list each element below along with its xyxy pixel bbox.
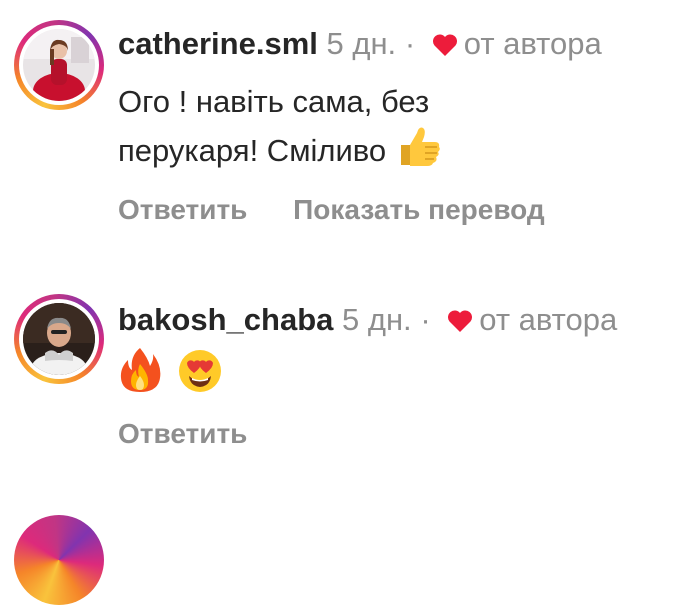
separator: · xyxy=(404,26,416,61)
comment-item: bakosh_chaba 5 дн. · от автора Ответить xyxy=(0,270,700,470)
show-translation-button[interactable]: Показать перевод xyxy=(293,194,545,225)
timestamp: 5 дн. xyxy=(342,302,412,337)
comment-header: bakosh_chaba 5 дн. · от автора xyxy=(118,304,617,338)
username[interactable]: catherine.sml xyxy=(118,26,318,61)
comment-actions: Ответить xyxy=(118,420,247,448)
comment-text-line: Ого ! навіть сама, без xyxy=(118,84,430,119)
reply-button[interactable]: Ответить xyxy=(118,418,247,449)
heart-icon xyxy=(447,307,473,338)
comment-actions: Ответить Показать перевод xyxy=(118,196,545,224)
next-comment-avatar-story-ring[interactable] xyxy=(14,515,104,605)
comment-text: Ого ! навіть сама, без перукаря! Сміливо xyxy=(118,80,678,180)
heart-icon xyxy=(432,31,458,62)
comment-item: catherine.sml 5 дн. · от автора Ого ! на… xyxy=(0,0,700,260)
avatar-story-ring[interactable] xyxy=(14,294,104,384)
timestamp: 5 дн. xyxy=(326,26,397,61)
avatar-story-ring[interactable] xyxy=(14,20,104,110)
avatar-border xyxy=(19,299,99,379)
fire-emoji-icon xyxy=(118,346,162,405)
separator: · xyxy=(420,302,431,337)
username[interactable]: bakosh_chaba xyxy=(118,302,333,337)
liked-by-author-label: от автора xyxy=(463,26,602,61)
reply-button[interactable]: Ответить xyxy=(118,194,247,225)
comment-text-line-2: перукаря! Сміливо xyxy=(118,123,678,180)
comment-header: catherine.sml 5 дн. · от автора xyxy=(118,28,602,62)
avatar xyxy=(23,303,95,375)
comment-text-line: перукаря! Сміливо xyxy=(118,133,387,168)
avatar-border xyxy=(19,25,99,105)
comment-text xyxy=(118,346,678,405)
heart-eyes-emoji-icon xyxy=(177,348,223,405)
avatar xyxy=(23,29,95,101)
liked-by-author-label: от автора xyxy=(479,302,618,337)
thumbs-up-emoji-icon xyxy=(395,123,443,180)
